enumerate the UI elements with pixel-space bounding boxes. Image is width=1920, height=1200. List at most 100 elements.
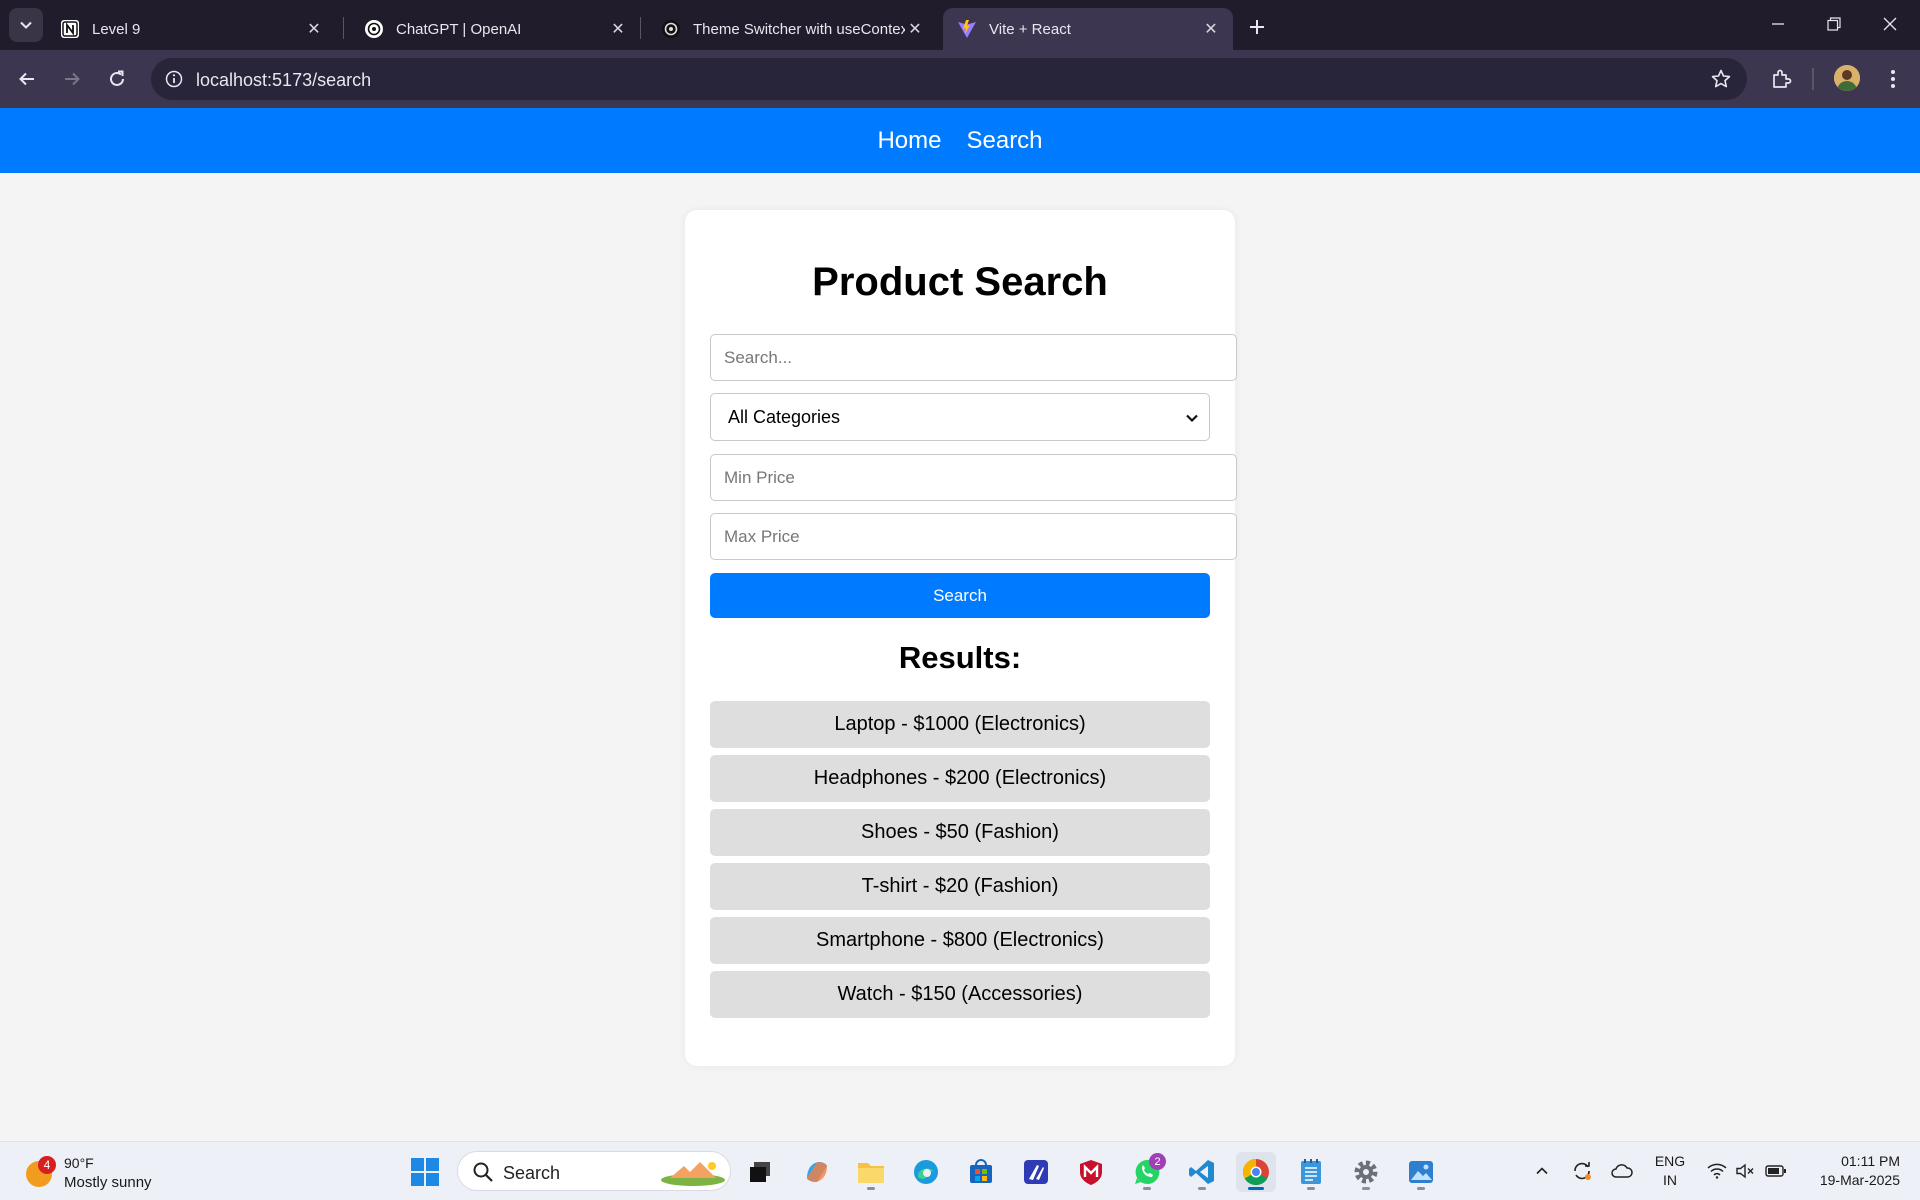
chevron-down-icon [1183, 409, 1201, 427]
url-text[interactable]: localhost:5173/search [196, 70, 371, 91]
nav-link-home[interactable]: Home [877, 127, 941, 155]
taskbar-copilot[interactable] [797, 1152, 837, 1192]
category-selected-value: All Categories [728, 406, 841, 427]
close-window-button[interactable] [1862, 0, 1918, 48]
photos-icon [1409, 1161, 1433, 1183]
toolbar-divider [1812, 68, 1814, 90]
reload-button[interactable] [100, 62, 134, 96]
taskbar-edge[interactable] [906, 1152, 946, 1192]
running-indicator [1417, 1187, 1425, 1190]
pen-app-icon [1024, 1160, 1048, 1184]
tab-chatgpt[interactable]: ChatGPT | OpenAI ✕ [350, 8, 640, 50]
chrome-icon [1242, 1158, 1269, 1186]
windows-logo-icon [411, 1158, 439, 1186]
result-item: Smartphone - $800 (Electronics) [710, 917, 1210, 964]
search-input[interactable] [710, 334, 1237, 381]
vscode-icon [1189, 1160, 1214, 1184]
tray-wifi[interactable] [1704, 1154, 1730, 1188]
max-price-input[interactable] [710, 513, 1237, 560]
search-button[interactable]: Search [710, 573, 1210, 618]
taskbar-search-label: Search [503, 1163, 561, 1183]
notepad-icon [1301, 1159, 1321, 1184]
tab-theme-switcher[interactable]: Theme Switcher with useContext ✕ [647, 8, 937, 50]
shield-icon [1080, 1160, 1102, 1185]
page-title: Product Search [812, 260, 1108, 304]
result-item: Laptop - $1000 (Electronics) [710, 701, 1210, 748]
close-icon[interactable]: ✕ [304, 19, 324, 39]
min-price-input[interactable] [710, 454, 1237, 501]
close-icon[interactable]: ✕ [905, 19, 925, 39]
result-item: Headphones - $200 (Electronics) [710, 755, 1210, 802]
menu-kebab-icon[interactable] [1878, 64, 1908, 94]
minimize-button[interactable] [1750, 0, 1806, 48]
tab-divider [343, 17, 344, 39]
category-select[interactable]: All Categories [710, 393, 1210, 441]
tray-overflow-chevron[interactable] [1528, 1154, 1556, 1188]
back-button[interactable] [10, 62, 44, 96]
weather-widget[interactable]: 4 90°F Mostly sunny [24, 1152, 174, 1192]
close-icon[interactable]: ✕ [608, 19, 628, 39]
tray-sync[interactable] [1568, 1154, 1596, 1188]
taskbar-search-box[interactable]: Search [457, 1151, 731, 1191]
search-highlight-art [661, 1162, 725, 1186]
start-button[interactable] [405, 1152, 445, 1192]
tray-language[interactable]: ENG IN [1650, 1152, 1690, 1190]
search-card: Product Search All Categories Search Res… [685, 210, 1237, 1066]
tab-divider [640, 17, 641, 39]
weather-temp: 90°F [64, 1155, 94, 1171]
bookmark-star-icon[interactable] [1709, 67, 1733, 91]
task-view-icon [750, 1162, 770, 1182]
taskbar-app-purple[interactable] [1016, 1152, 1056, 1192]
arrow-left-icon [19, 72, 34, 86]
active-indicator [1248, 1187, 1264, 1190]
wifi-icon [1707, 1163, 1727, 1179]
close-icon[interactable]: ✕ [1201, 19, 1221, 39]
openai-icon [661, 19, 681, 39]
notion-icon [60, 19, 80, 39]
taskbar-vscode[interactable] [1182, 1152, 1222, 1192]
results-list: Laptop - $1000 (Electronics) Headphones … [710, 701, 1210, 1025]
plus-icon [1250, 20, 1264, 34]
taskbar-whatsapp[interactable]: 2 [1127, 1152, 1167, 1192]
openai-icon [364, 19, 384, 39]
browser-toolbar: localhost:5173/search [0, 50, 1920, 108]
taskbar-mcafee[interactable] [1071, 1152, 1111, 1192]
running-indicator [1362, 1187, 1370, 1190]
tray-onedrive[interactable] [1608, 1154, 1636, 1188]
tab-vite-react[interactable]: Vite + React ✕ [943, 8, 1233, 50]
chevron-down-icon [20, 21, 32, 29]
taskbar-file-explorer[interactable] [851, 1152, 891, 1192]
results-heading: Results: [898, 640, 1022, 675]
taskbar-settings[interactable] [1346, 1152, 1386, 1192]
site-navbar: Home Search [0, 108, 1920, 173]
profile-avatar[interactable] [1834, 65, 1860, 91]
copilot-icon [807, 1162, 827, 1182]
tab-search-button[interactable] [9, 8, 43, 42]
tray-clock[interactable]: 01:11 PM 19-Mar-2025 [1800, 1152, 1900, 1190]
restore-button[interactable] [1806, 0, 1862, 48]
tab-level-9[interactable]: Level 9 ✕ [46, 8, 336, 50]
forward-button[interactable] [55, 62, 89, 96]
taskbar-chrome[interactable] [1236, 1152, 1276, 1192]
running-indicator [1143, 1187, 1151, 1190]
tab-title: ChatGPT | OpenAI [396, 20, 522, 38]
arrow-right-icon [65, 72, 80, 86]
tray-volume[interactable] [1732, 1154, 1758, 1188]
nav-link-search[interactable]: Search [966, 127, 1042, 155]
site-info-icon[interactable] [161, 66, 187, 92]
new-tab-button[interactable] [1242, 12, 1272, 42]
edge-icon [914, 1160, 938, 1184]
taskbar-photos[interactable] [1401, 1152, 1441, 1192]
close-icon [1883, 17, 1897, 31]
tray-battery[interactable] [1762, 1154, 1790, 1188]
running-indicator [1307, 1187, 1315, 1190]
clock-time: 01:11 PM [1841, 1153, 1900, 1169]
taskbar-task-view[interactable] [740, 1152, 780, 1192]
running-indicator [1198, 1187, 1206, 1190]
taskbar-store[interactable] [961, 1152, 1001, 1192]
address-bar[interactable]: localhost:5173/search [151, 58, 1747, 100]
extensions-icon[interactable] [1766, 64, 1796, 94]
chevron-up-icon [1536, 1167, 1548, 1175]
tab-title: Theme Switcher with useContext [693, 20, 905, 38]
taskbar-notepad[interactable] [1291, 1152, 1331, 1192]
